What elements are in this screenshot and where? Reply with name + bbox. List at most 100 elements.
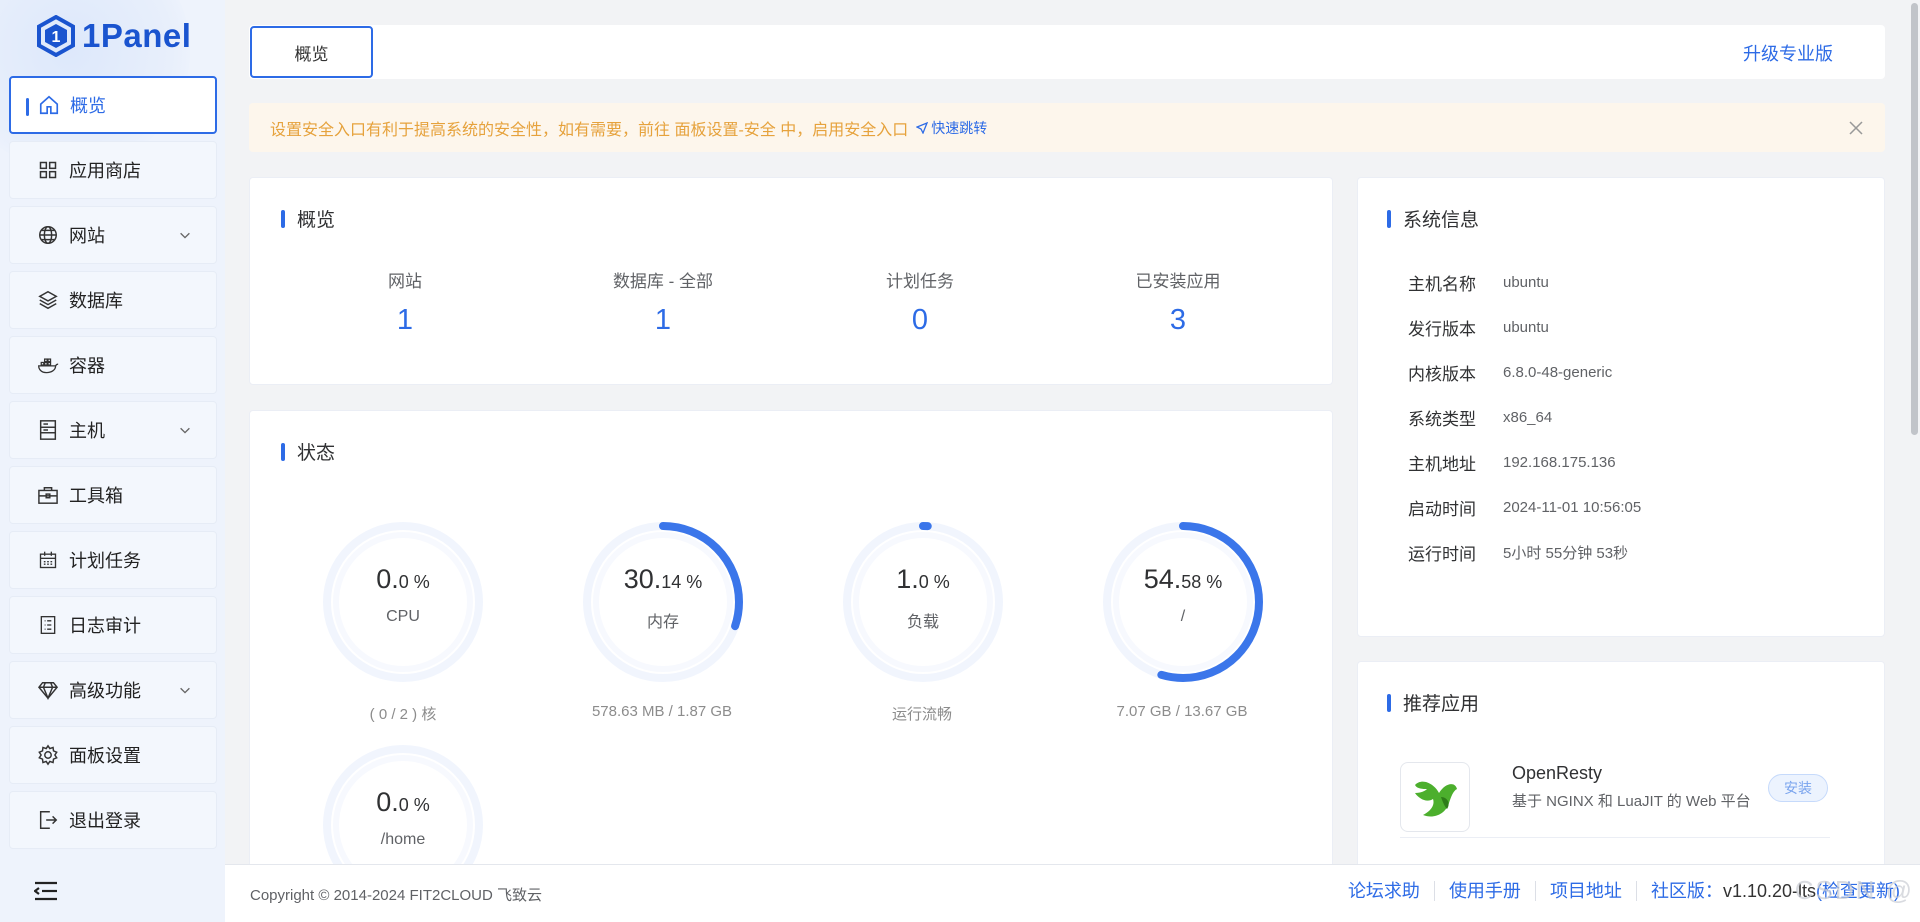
sidebar-item-host[interactable]: 主机: [9, 401, 217, 459]
send-icon: [916, 121, 929, 134]
stat-label: 计划任务: [886, 272, 954, 291]
sidebar-item-label: 网站: [69, 226, 105, 246]
sidebar-item-app-store[interactable]: 应用商店: [9, 141, 217, 199]
security-entrance-alert: 设置安全入口有利于提高系统的安全性，如有需要，前往 面板设置-安全 中，启用安全…: [249, 103, 1885, 152]
info-value: ubuntu: [1503, 274, 1549, 291]
toolbox-icon: [37, 484, 59, 506]
info-value: 5小时 55分钟 53秒: [1503, 545, 1629, 562]
stat-value: 3: [1169, 304, 1187, 336]
app-name: OpenResty: [1512, 763, 1603, 783]
sidebar-item-log-audit[interactable]: 日志审计: [9, 596, 217, 654]
info-row-uptime: 运行时间 5小时 55分钟 53秒: [1408, 540, 1628, 565]
info-row-ip: 主机地址 192.168.175.136: [1408, 450, 1616, 475]
quick-jump-link[interactable]: 快速跳转: [916, 118, 987, 138]
app-item-openresty: OpenResty 基于 NGINX 和 LuaJIT 的 Web 平台 安装: [1400, 762, 1830, 838]
project-link[interactable]: 项目地址: [1536, 881, 1637, 901]
tab-overview[interactable]: 概览: [250, 26, 373, 78]
stat-cron-jobs[interactable]: 计划任务 0: [820, 267, 1020, 337]
sidebar-item-label: 工具箱: [69, 486, 123, 506]
home-disk-gauge[interactable]: 0.0 % /home: [321, 743, 485, 869]
page-scrollbar[interactable]: [1909, 0, 1920, 864]
root-disk-gauge[interactable]: 54.58 % /: [1101, 520, 1265, 684]
stat-databases[interactable]: 数据库 - 全部 1: [563, 267, 763, 337]
brand-logo[interactable]: 1 1Panel: [36, 14, 191, 58]
gauge-value-dec: 0 %: [918, 572, 950, 592]
status-card: 状态 0.0 % CPU ( 0 / 2 ) 核 30.14 % 内存 578.…: [249, 410, 1333, 870]
chevron-down-icon: [180, 687, 190, 694]
quick-jump-label: 快速跳转: [931, 119, 988, 136]
stat-websites[interactable]: 网站 1: [305, 267, 505, 337]
info-key: 系统类型: [1408, 410, 1476, 429]
sidebar-item-toolbox[interactable]: 工具箱: [9, 466, 217, 524]
server-icon: [37, 419, 59, 441]
gauge-label: 负载: [906, 614, 939, 631]
chevron-down-icon: [180, 232, 190, 239]
gauge-value-dec: 0 %: [398, 795, 430, 815]
sidebar-item-website[interactable]: 网站: [9, 206, 217, 264]
upgrade-pro-link[interactable]: 升级专业版: [1743, 40, 1833, 66]
info-key: 启动时间: [1408, 500, 1476, 519]
stat-label: 网站: [388, 272, 422, 291]
manual-link[interactable]: 使用手册: [1435, 881, 1536, 901]
info-row-hostname: 主机名称 ubuntu: [1408, 270, 1549, 295]
install-button[interactable]: 安装: [1768, 774, 1828, 802]
cpu-gauge[interactable]: 0.0 % CPU: [321, 520, 485, 684]
load-gauge[interactable]: 1.0 % 负载: [841, 520, 1005, 684]
home-icon: [38, 94, 60, 116]
info-row-kernel: 内核版本 6.8.0-48-generic: [1408, 360, 1612, 385]
sidebar-item-overview[interactable]: 概览: [9, 76, 217, 134]
gauge-subtext: ( 0 / 2 ) 核: [369, 706, 437, 723]
info-key: 主机名称: [1408, 275, 1476, 294]
memory-gauge[interactable]: 30.14 % 内存: [581, 520, 745, 684]
chevron-down-icon: [180, 427, 190, 434]
close-icon[interactable]: [1848, 120, 1864, 136]
sidebar-item-label: 应用商店: [69, 161, 141, 181]
edition-text: 社区版：: [1650, 881, 1723, 901]
info-key: 内核版本: [1408, 365, 1476, 384]
stat-value: 1: [654, 304, 672, 336]
layers-icon: [37, 289, 59, 311]
gauge-value-int: 0.: [376, 564, 399, 594]
stat-installed-apps[interactable]: 已安装应用 3: [1078, 267, 1278, 337]
collapse-sidebar-icon[interactable]: [33, 881, 58, 906]
scrollbar-thumb[interactable]: [1911, 3, 1918, 435]
forum-link[interactable]: 论坛求助: [1334, 881, 1435, 901]
sidebar-menu: 概览 应用商店 网站 数据库 容器 主机 工具箱 计划任务 日志审计 高级功能 …: [9, 76, 217, 856]
status-title: 状态: [281, 438, 335, 465]
info-key: 主机地址: [1408, 455, 1476, 474]
logo-text: 1Panel: [82, 17, 192, 54]
gauge-value-dec: 14 %: [661, 572, 703, 592]
sidebar-item-advanced[interactable]: 高级功能: [9, 661, 217, 719]
info-value: x86_64: [1503, 409, 1553, 426]
sidebar-item-settings[interactable]: 面板设置: [9, 726, 217, 784]
recommended-apps-title: 推荐应用: [1387, 689, 1479, 716]
sidebar-item-logout[interactable]: 退出登录: [9, 791, 217, 849]
gauge-label: /home: [380, 831, 426, 848]
gauge-value-dec: 58 %: [1181, 572, 1223, 592]
docker-icon: [37, 354, 59, 376]
sidebar-item-label: 主机: [69, 421, 105, 441]
gauge-label: CPU: [386, 608, 420, 625]
recommended-apps-card: 推荐应用 OpenResty 基于 NGINX 和 LuaJIT 的 Web 平…: [1357, 661, 1885, 870]
app-description: 基于 NGINX 和 LuaJIT 的 Web 平台: [1512, 793, 1751, 810]
sidebar-item-label: 概览: [70, 96, 106, 116]
sidebar-item-label: 数据库: [69, 291, 123, 311]
gauge-subtext: 运行流畅: [891, 706, 952, 723]
footer: Copyright © 2014-2024 FIT2CLOUD 飞致云 论坛求助…: [225, 864, 1920, 922]
info-key: 发行版本: [1408, 320, 1476, 339]
info-row-boot-time: 启动时间 2024-11-01 10:56:05: [1408, 495, 1641, 520]
log-icon: [37, 614, 59, 636]
sidebar-item-label: 日志审计: [69, 616, 141, 636]
sidebar-item-container[interactable]: 容器: [9, 336, 217, 394]
info-value: ubuntu: [1503, 319, 1549, 336]
stat-label: 数据库 - 全部: [612, 272, 714, 291]
system-info-title: 系统信息: [1387, 205, 1479, 232]
gear-icon: [37, 744, 59, 766]
top-bar: 概览 升级专业版: [249, 25, 1885, 79]
sidebar-item-database[interactable]: 数据库: [9, 271, 217, 329]
sidebar-item-label: 退出登录: [69, 811, 141, 831]
svg-text:1: 1: [52, 29, 61, 46]
info-row-distro: 发行版本 ubuntu: [1408, 315, 1549, 340]
sidebar-item-cron[interactable]: 计划任务: [9, 531, 217, 589]
info-row-arch: 系统类型 x86_64: [1408, 405, 1552, 430]
